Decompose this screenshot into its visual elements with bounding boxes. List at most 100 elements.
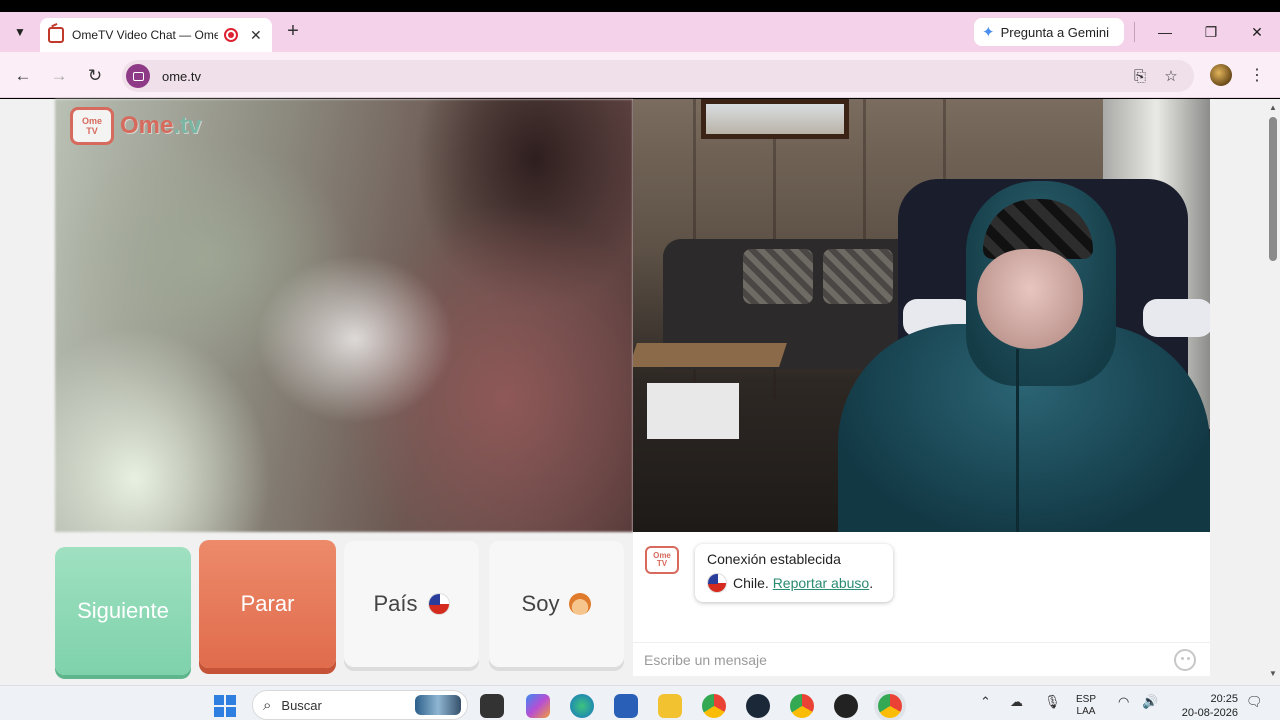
language-bottom: LAA <box>1076 706 1096 717</box>
edge-icon[interactable] <box>570 694 594 718</box>
search-highlight-image <box>415 695 461 715</box>
address-toolbar: ← → ↻ ome.tv ⎘ ☆ ⋮ <box>0 52 1280 98</box>
new-tab-plus-icon[interactable]: + <box>282 20 304 42</box>
browser-menu-icon[interactable]: ⋮ <box>1246 64 1268 86</box>
chile-flag-icon <box>707 573 727 593</box>
boy-emoji-icon <box>569 593 592 615</box>
chrome-profile-icon[interactable] <box>790 694 814 718</box>
windows-start-icon[interactable] <box>214 695 236 717</box>
person-face <box>977 249 1083 349</box>
windows-taskbar: ⌕ Buscar ⌃ ☁ 🎙 ESP LAA ◠ 🔊 20:25 20-08-2… <box>0 685 1280 720</box>
microphone-icon[interactable]: 🎙 <box>1044 694 1061 710</box>
ometv-favicon-icon <box>48 27 64 43</box>
bookmark-star-icon[interactable]: ☆ <box>1159 64 1183 88</box>
jacket-zipper <box>1016 349 1019 532</box>
system-message-bubble: Conexión establecida Chile. Reportar abu… <box>695 544 893 602</box>
chat-logo-bottom: TV <box>656 559 668 568</box>
back-arrow-icon[interactable]: ← <box>11 64 35 88</box>
minimize-icon[interactable]: — <box>1143 18 1187 46</box>
pillow <box>823 249 893 304</box>
install-app-icon[interactable]: ⎘ <box>1128 64 1152 88</box>
ometv-logo[interactable]: Ome TV Ome.tv <box>70 107 201 145</box>
url-text[interactable]: ome.tv <box>162 69 201 84</box>
page-scrollbar[interactable]: ▲ ▼ <box>1266 99 1280 685</box>
obs-icon[interactable] <box>834 694 858 718</box>
store-icon[interactable] <box>614 694 638 718</box>
gemini-sparkle-icon: ✦ <box>982 24 995 41</box>
profile-avatar[interactable] <box>1210 64 1232 86</box>
logo-word-tv: .tv <box>173 112 202 139</box>
logo-wordmark: Ome.tv <box>120 112 201 140</box>
window-close-icon[interactable]: ✕ <box>1235 18 1279 46</box>
search-label: Buscar <box>281 697 322 713</box>
clock-date: 20-08-2026 <box>1181 707 1238 719</box>
partner-video-blurred <box>55 99 633 532</box>
scroll-thumb[interactable] <box>1269 117 1277 261</box>
top-strip <box>0 0 1280 12</box>
message-input[interactable] <box>644 651 1164 668</box>
stop-button[interactable]: Parar <box>199 540 336 668</box>
ometv-page: Ome TV Ome.tv Siguiente Parar País Soy O… <box>0 99 1280 685</box>
next-button-label: Siguiente <box>77 598 169 623</box>
site-info-camera-icon[interactable] <box>126 64 150 88</box>
window-controls-divider <box>1134 22 1135 42</box>
file-explorer-icon[interactable] <box>658 694 682 718</box>
gemini-button[interactable]: ✦ Pregunta a Gemini <box>974 18 1124 46</box>
country-button-label: País <box>373 591 418 616</box>
ometv-logo-tv-icon: Ome TV <box>70 107 114 145</box>
connection-status: Conexión establecida <box>707 551 841 567</box>
task-view-icon[interactable] <box>480 694 504 718</box>
language-indicator[interactable]: ESP LAA <box>1076 694 1096 718</box>
ometv-chat-logo-icon: Ome TV <box>645 546 679 574</box>
chair-stripe <box>1143 299 1210 337</box>
country-filter-button[interactable]: País <box>344 541 479 667</box>
stop-button-label: Parar <box>240 591 295 616</box>
scroll-up-arrow-icon[interactable]: ▲ <box>1269 103 1277 112</box>
wall-picture <box>701 99 849 139</box>
partner-country: Chile. <box>733 575 769 591</box>
scroll-down-arrow-icon[interactable]: ▼ <box>1269 669 1277 678</box>
gender-select-button[interactable]: Soy <box>489 541 624 667</box>
volume-icon[interactable]: 🔊 <box>1142 694 1158 710</box>
self-camera-video <box>633 99 1210 532</box>
logo-word-ome: Ome <box>120 112 174 139</box>
report-abuse-link[interactable]: Reportar abuso <box>773 575 870 591</box>
taskbar-search-box[interactable]: ⌕ Buscar <box>252 690 468 720</box>
recording-indicator-icon <box>224 28 238 42</box>
logo-tv-top: Ome <box>81 116 102 126</box>
pillow <box>743 249 813 304</box>
wifi-icon[interactable]: ◠ <box>1118 694 1129 710</box>
tab-title: OmeTV Video Chat — Ome <box>72 28 218 42</box>
logo-tv-bottom: TV <box>86 126 98 136</box>
chrome-active-icon[interactable] <box>878 694 902 718</box>
notifications-icon[interactable]: 🗨 <box>1246 694 1263 710</box>
search-icon: ⌕ <box>263 696 272 714</box>
emoji-picker-icon[interactable] <box>1174 649 1196 671</box>
tab-bar: ▼ OmeTV Video Chat — Ome ✕ + ✦ Pregunta … <box>0 12 1280 52</box>
clock[interactable]: 20:25 20-08-2026 <box>1170 692 1238 720</box>
chile-flag-icon <box>427 593 450 615</box>
forward-arrow-icon[interactable]: → <box>47 64 71 88</box>
report-suffix: . <box>869 575 874 591</box>
chat-panel: Ome TV Conexión establecida Chile. Repor… <box>633 532 1210 676</box>
onedrive-icon[interactable]: ☁ <box>1010 694 1023 710</box>
gemini-label: Pregunta a Gemini <box>1000 24 1109 40</box>
coffee-table <box>633 343 787 439</box>
browser-tab[interactable]: OmeTV Video Chat — Ome ✕ <box>40 18 272 52</box>
tab-close-icon[interactable]: ✕ <box>250 27 262 44</box>
next-button[interactable]: Siguiente <box>55 547 191 675</box>
address-bar[interactable]: ome.tv ⎘ ☆ <box>122 60 1194 92</box>
table-drawer <box>647 383 739 439</box>
reload-icon[interactable]: ↻ <box>83 64 107 88</box>
chrome-icon[interactable] <box>702 694 726 718</box>
copilot-icon[interactable] <box>526 694 550 718</box>
steam-icon[interactable] <box>746 694 770 718</box>
table-top <box>633 343 787 367</box>
tab-search-dropdown-icon[interactable]: ▼ <box>8 20 32 44</box>
chat-input-row <box>633 642 1210 676</box>
gender-button-label: Soy <box>521 591 560 616</box>
tray-overflow-icon[interactable]: ⌃ <box>980 694 991 710</box>
language-top: ESP <box>1076 694 1097 705</box>
clock-time: 20:25 <box>1210 693 1238 705</box>
restore-icon[interactable]: ❐ <box>1189 18 1233 46</box>
